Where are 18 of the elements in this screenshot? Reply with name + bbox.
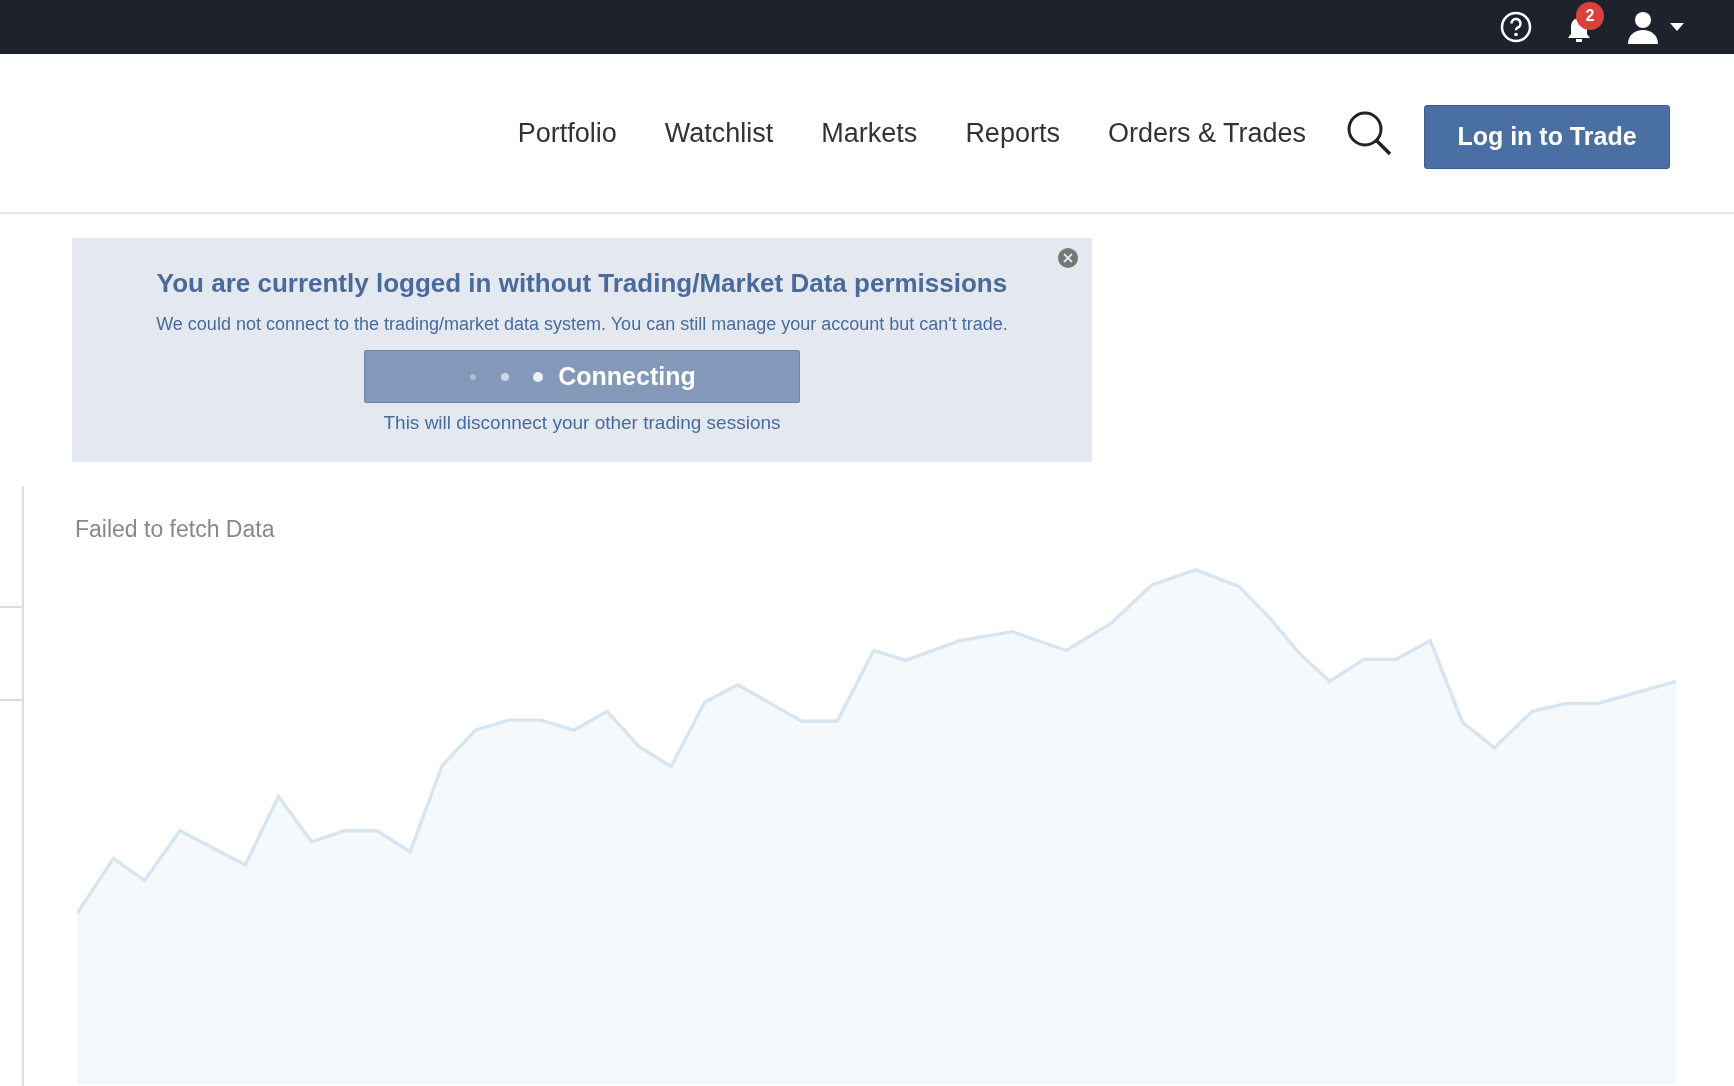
- user-icon: [1626, 10, 1660, 44]
- login-button[interactable]: Log in to Trade: [1424, 105, 1670, 169]
- caret-icon: [1670, 23, 1684, 31]
- error-message: Failed to fetch Data: [75, 515, 275, 544]
- loading-icon: [468, 371, 545, 382]
- nav-link[interactable]: Watchlist: [664, 112, 774, 154]
- account-menu[interactable]: [1626, 10, 1684, 44]
- alert-message: We could not connect to the trading/market data system. You can still manage your account but can't trade.: [156, 313, 1008, 336]
- help-icon[interactable]: [1500, 11, 1532, 43]
- nav-link[interactable]: Orders & Trades: [1107, 112, 1306, 154]
- close-icon[interactable]: [1058, 248, 1078, 268]
- nav-link[interactable]: Reports: [965, 112, 1060, 154]
- alert-title: You are currently logged in without Trading/Market Data permissions: [156, 267, 1008, 300]
- notification-badge: 2: [1576, 2, 1604, 30]
- search-icon[interactable]: [1346, 110, 1392, 156]
- alert-note: This will disconnect your other trading sessions: [383, 411, 781, 435]
- nav-link[interactable]: Portfolio: [517, 112, 617, 154]
- nav-link[interactable]: Markets: [821, 112, 918, 154]
